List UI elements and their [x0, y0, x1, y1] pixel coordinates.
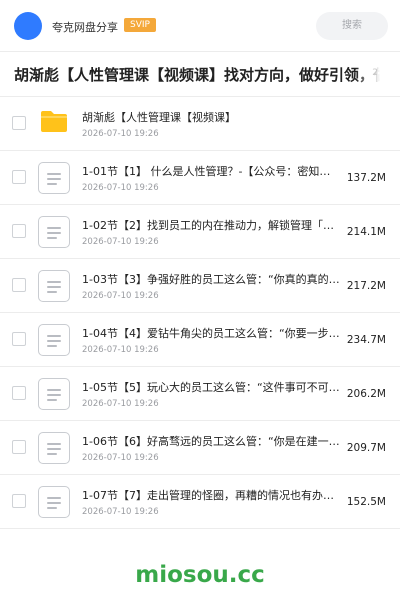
- row-checkbox[interactable]: [12, 440, 26, 454]
- app-name: 夸克网盘分享: [52, 21, 118, 34]
- file-date: 2026-07-10 19:26: [82, 291, 159, 301]
- list-item[interactable]: 胡渐彪【人性管理课【视频课】 2026-07-10 19:26: [0, 97, 400, 151]
- file-date: 2026-07-10 19:26: [82, 345, 159, 355]
- row-checkbox[interactable]: [12, 224, 26, 238]
- file-size: 206.2M: [346, 388, 386, 400]
- list-item[interactable]: 1-04节【4】爱钻牛角尖的员工这么管：“你要一步… 2026-07-10 19…: [0, 313, 400, 367]
- file-date: 2026-07-10 19:26: [82, 399, 159, 409]
- file-date: 2026-07-10 19:26: [82, 507, 159, 517]
- row-checkbox[interactable]: [12, 170, 26, 184]
- share-title: 胡渐彪【人性管理课【视频课】找对方向，做好引领，做聪明的: [14, 66, 400, 84]
- file-name: 1-07节【7】走出管理的怪圈，再糟的情况也有办法…: [82, 489, 342, 502]
- list-item[interactable]: 1-01节【1】 什么是人性管理？-【公众号：密知… 2026-07-10 19…: [0, 151, 400, 205]
- file-name: 1-03节【3】争强好胜的员工这么管：“你真的真的…: [82, 273, 340, 286]
- title-fade: [356, 52, 400, 96]
- file-name: 1-01节【1】 什么是人性管理？-【公众号：密知…: [82, 165, 331, 178]
- list-item[interactable]: 1-05节【5】玩心大的员工这么管：“这件事可不可… 2026-07-10 19…: [0, 367, 400, 421]
- title-count: 2: [372, 68, 378, 78]
- file-date: 2026-07-10 19:26: [82, 453, 159, 463]
- avatar[interactable]: [14, 12, 42, 40]
- search-input[interactable]: 搜索: [316, 12, 388, 40]
- watermark: miosou.cc: [135, 562, 265, 588]
- document-icon: [38, 486, 70, 518]
- file-date: 2026-07-10 19:26: [82, 129, 159, 139]
- row-checkbox[interactable]: [12, 116, 26, 130]
- document-icon: [38, 216, 70, 248]
- document-icon: [38, 162, 70, 194]
- file-name: 1-05节【5】玩心大的员工这么管：“这件事可不可…: [82, 381, 340, 394]
- file-list: 胡渐彪【人性管理课【视频课】 2026-07-10 19:26 1-01节【1】…: [0, 97, 400, 529]
- row-checkbox[interactable]: [12, 386, 26, 400]
- list-item[interactable]: 1-06节【6】好高骛远的员工这么管：“你是在建一… 2026-07-10 19…: [0, 421, 400, 475]
- share-title-bar: 胡渐彪【人性管理课【视频课】找对方向，做好引领，做聪明的 2: [0, 52, 400, 97]
- file-name: 1-06节【6】好高骛远的员工这么管：“你是在建一…: [82, 435, 340, 448]
- file-size: 152.5M: [346, 496, 386, 508]
- svip-badge: SVIP: [124, 18, 156, 32]
- row-checkbox[interactable]: [12, 278, 26, 292]
- row-checkbox[interactable]: [12, 332, 26, 346]
- file-size: 137.2M: [346, 172, 386, 184]
- folder-icon: [41, 111, 67, 132]
- row-checkbox[interactable]: [12, 494, 26, 508]
- file-size: 234.7M: [346, 334, 386, 346]
- file-name: 1-04节【4】爱钻牛角尖的员工这么管：“你要一步…: [82, 327, 340, 340]
- list-item[interactable]: 1-03节【3】争强好胜的员工这么管：“你真的真的… 2026-07-10 19…: [0, 259, 400, 313]
- file-size: 217.2M: [346, 280, 386, 292]
- file-name: 1-02节【2】找到员工的内在推动力，解锁管理「强…: [82, 219, 342, 232]
- file-size: 214.1M: [346, 226, 386, 238]
- app-header: 夸克网盘分享 SVIP 搜索: [0, 0, 400, 52]
- document-icon: [38, 378, 70, 410]
- list-item[interactable]: 1-07节【7】走出管理的怪圈，再糟的情况也有办法… 2026-07-10 19…: [0, 475, 400, 529]
- document-icon: [38, 432, 70, 464]
- file-name: 胡渐彪【人性管理课【视频课】: [82, 111, 236, 124]
- file-size: 209.7M: [346, 442, 386, 454]
- document-icon: [38, 324, 70, 356]
- document-icon: [38, 270, 70, 302]
- list-item[interactable]: 1-02节【2】找到员工的内在推动力，解锁管理「强… 2026-07-10 19…: [0, 205, 400, 259]
- file-date: 2026-07-10 19:26: [82, 237, 159, 247]
- file-date: 2026-07-10 19:26: [82, 183, 159, 193]
